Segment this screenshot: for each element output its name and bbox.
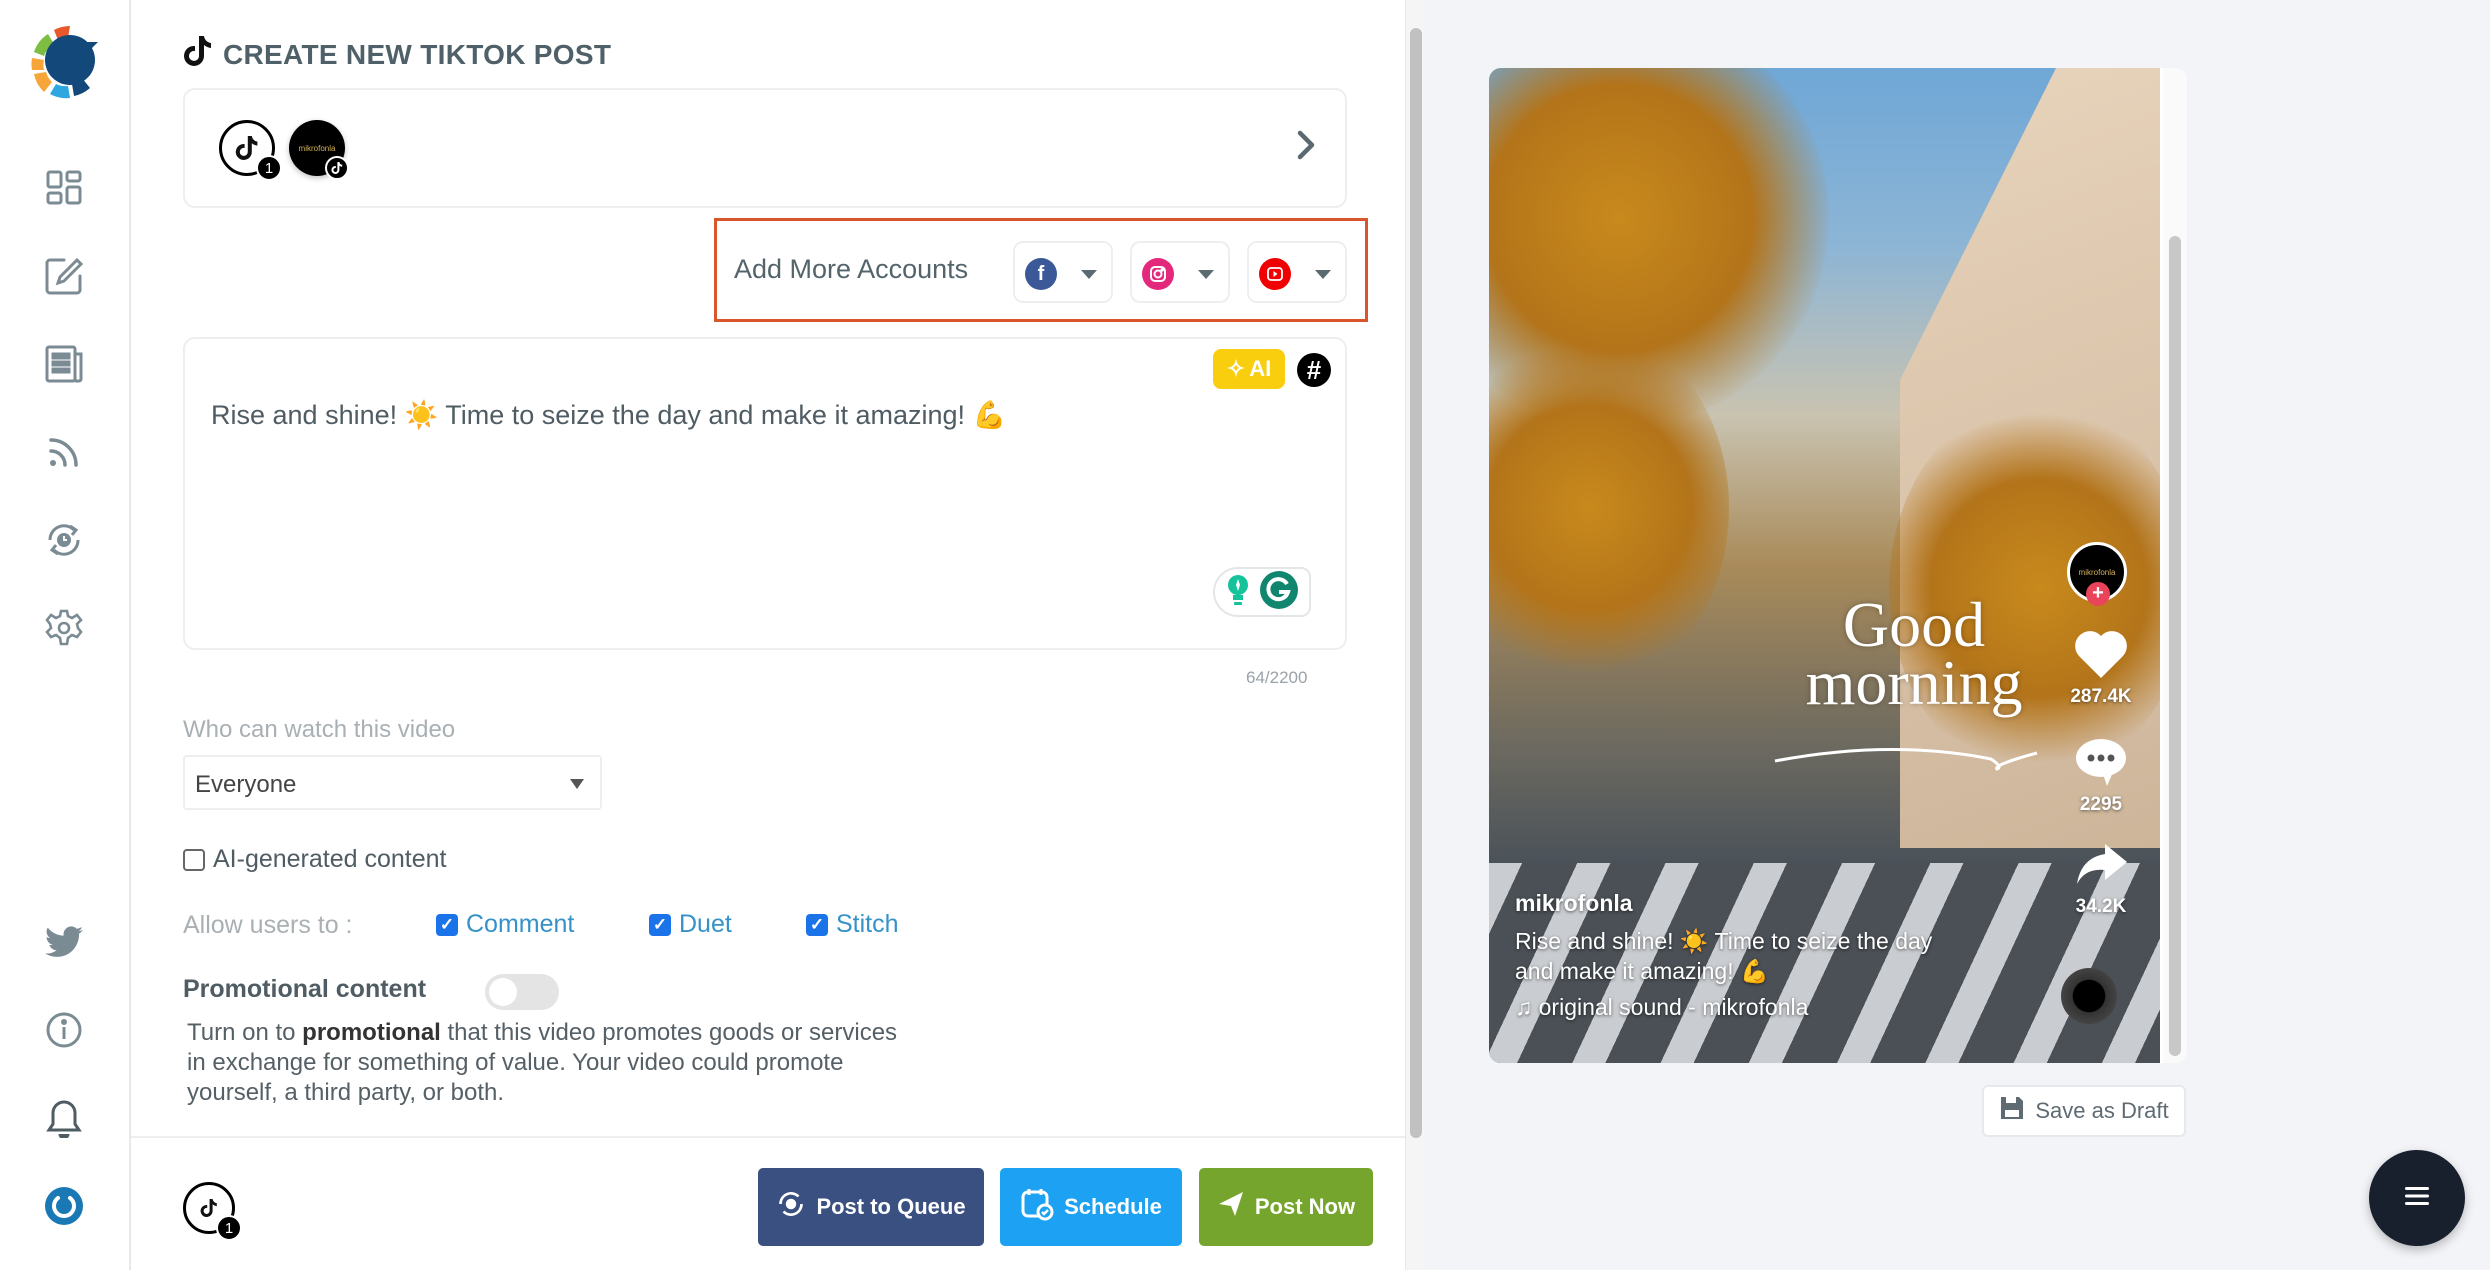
power-icon[interactable]: [42, 1184, 86, 1228]
instagram-icon: [1142, 258, 1174, 290]
paper-plane-icon: [1217, 1190, 1245, 1224]
stitch-checkbox[interactable]: ✓: [806, 913, 828, 936]
caret-down-icon: [1315, 270, 1331, 279]
page-title: CREATE NEW TIKTOK POST: [183, 34, 611, 75]
comment-checkbox[interactable]: ✓: [436, 913, 458, 936]
sidebar: [0, 0, 131, 1270]
hamburger-menu-icon: [2404, 1185, 2430, 1212]
recycle-clock-icon[interactable]: [42, 518, 86, 562]
schedule-button[interactable]: Schedule: [1000, 1168, 1182, 1246]
ai-generated-checkbox-row[interactable]: AI-generated content: [183, 845, 447, 874]
video-preview[interactable]: Good morning mikrofonla + 287.4K 2295 34…: [1489, 68, 2160, 1063]
preview-caption: Rise and shine! ☀️ Time to seize the day…: [1515, 928, 1933, 984]
youtube-icon: [1259, 258, 1291, 290]
promotional-description: Turn on to promotional that this video p…: [187, 1019, 898, 1106]
heart-icon: [2073, 631, 2129, 685]
account-count-badge: 1: [216, 1215, 242, 1241]
caret-down-icon: [1198, 270, 1214, 279]
share-action[interactable]: 34.2K: [2059, 840, 2143, 918]
youtube-account-dropdown[interactable]: [1247, 241, 1347, 303]
preview-scrollbar[interactable]: [2163, 68, 2187, 1063]
hashtag-button[interactable]: #: [1297, 353, 1331, 387]
share-arrow-icon: [2073, 844, 2129, 895]
post-text[interactable]: Rise and shine! ☀️ Time to seize the day…: [211, 399, 1006, 431]
lightbulb-icon: [1225, 573, 1251, 612]
newspaper-icon[interactable]: [42, 342, 86, 386]
hashtag-icon: #: [1306, 354, 1322, 385]
rss-icon[interactable]: [42, 430, 86, 474]
info-icon[interactable]: [42, 1008, 86, 1052]
ai-generated-checkbox[interactable]: [183, 848, 205, 871]
grammarly-icon: [1259, 570, 1299, 615]
gear-icon[interactable]: [42, 606, 86, 650]
duet-checkbox[interactable]: ✓: [649, 913, 671, 936]
edit-icon[interactable]: [42, 254, 86, 298]
allow-stitch-option[interactable]: ✓ Stitch: [806, 910, 899, 939]
tiktok-icon: [183, 34, 213, 75]
preview-scrollbar-thumb[interactable]: [2169, 236, 2181, 1056]
comment-bubble-icon: [2073, 739, 2129, 793]
main-scrollbar-thumb[interactable]: [1410, 28, 1422, 1138]
account-avatar-mikrofonla[interactable]: mikrofonla: [289, 120, 349, 180]
menu-fab[interactable]: [2369, 1150, 2465, 1246]
chevron-right-icon[interactable]: [1295, 128, 1317, 167]
allow-duet-option[interactable]: ✓ Duet: [649, 910, 732, 939]
tiktok-account-group[interactable]: 1: [219, 120, 282, 181]
privacy-label: Who can watch this video: [183, 716, 456, 743]
video-overlay-text: Good morning: [1805, 589, 2023, 718]
calendar-check-icon: [1020, 1187, 1054, 1227]
allow-users-label: Allow users to :: [183, 911, 353, 939]
ai-assist-button[interactable]: ✧ AI: [1213, 349, 1285, 389]
toggle-knob: [489, 978, 517, 1006]
like-action[interactable]: 287.4K: [2059, 628, 2143, 708]
instagram-account-dropdown[interactable]: [1130, 241, 1230, 303]
account-count-badge: 1: [256, 155, 282, 181]
post-text-editor[interactable]: ✧ AI # Rise and shine! ☀️ Time to seize …: [183, 337, 1347, 650]
privacy-selected-value: Everyone: [195, 771, 297, 798]
add-more-accounts-label: Add More Accounts: [734, 254, 969, 284]
compose-panel: CREATE NEW TIKTOK POST 1 mikrofonla Add …: [131, 0, 1405, 1270]
privacy-select[interactable]: Everyone: [183, 755, 602, 810]
main-scrollbar[interactable]: [1405, 0, 1425, 1270]
add-more-accounts: Add More Accounts f: [714, 218, 1368, 322]
overlay-swoosh: [1774, 747, 2038, 771]
promotional-content-toggle[interactable]: [485, 974, 559, 1010]
floppy-disk-icon: [1999, 1095, 2025, 1127]
queue-icon: [776, 1189, 806, 1225]
grammarly-widget[interactable]: [1213, 567, 1311, 617]
post-now-button[interactable]: Post Now: [1199, 1168, 1373, 1246]
preview-sound: ♫ original sound - mikrofonla: [1515, 994, 1809, 1020]
dashboard-grid-icon[interactable]: [42, 166, 86, 210]
preview-username: mikrofonla: [1515, 890, 1633, 916]
promotional-content-label: Promotional content: [183, 975, 427, 1003]
sparkle-icon: ✧: [1226, 356, 1246, 381]
bell-icon[interactable]: [42, 1096, 86, 1140]
sound-disc-icon: [2061, 968, 2117, 1024]
save-as-draft-button[interactable]: Save as Draft: [1982, 1085, 2186, 1137]
app-logo[interactable]: [24, 22, 104, 102]
twitter-icon[interactable]: [42, 920, 86, 964]
comment-action[interactable]: 2295: [2059, 736, 2143, 816]
character-counter: 64/2200: [1246, 668, 1308, 687]
footer-divider: [131, 1136, 1405, 1138]
tiktok-preview: Good morning mikrofonla + 287.4K 2295 34…: [1489, 68, 2187, 1063]
music-note-icon: ♫: [1515, 994, 1539, 1020]
post-to-queue-button[interactable]: Post to Queue: [758, 1168, 984, 1246]
caret-down-icon: [570, 779, 584, 789]
tiktok-icon: [325, 156, 349, 180]
caret-down-icon: [1081, 270, 1097, 279]
selected-accounts-bar[interactable]: 1 mikrofonla: [183, 88, 1347, 208]
follow-plus-icon[interactable]: +: [2086, 582, 2110, 606]
allow-comment-option[interactable]: ✓ Comment: [436, 910, 574, 939]
facebook-icon: f: [1025, 258, 1057, 290]
footer-tiktok-account[interactable]: 1: [183, 1182, 242, 1241]
facebook-account-dropdown[interactable]: f: [1013, 241, 1113, 303]
